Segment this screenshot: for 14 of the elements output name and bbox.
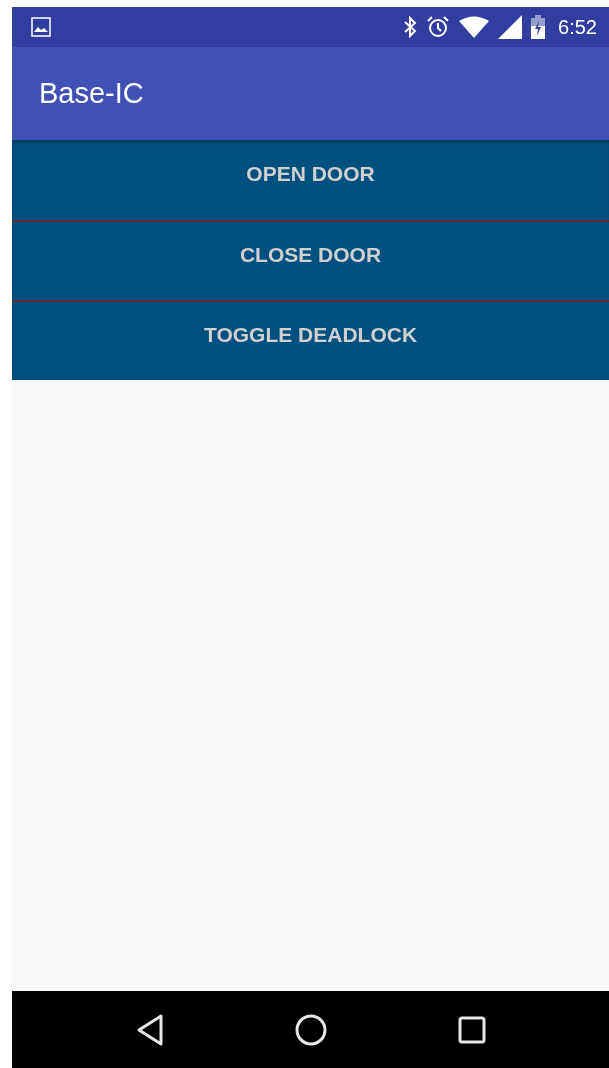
clock-time: 6:52: [558, 15, 597, 39]
wifi-icon: [459, 16, 490, 38]
alarm-icon: [426, 15, 451, 39]
signal-icon: [498, 15, 523, 39]
battery-charging-icon: [531, 15, 546, 39]
app-title: Base-IC: [39, 77, 144, 110]
home-icon[interactable]: [294, 1013, 327, 1046]
image-icon: [31, 17, 51, 37]
door-action-button[interactable]: OPEN DOOR: [12, 140, 609, 220]
bluetooth-icon: [403, 16, 418, 38]
door-action-button[interactable]: TOGGLE DEADLOCK: [12, 300, 609, 380]
back-icon[interactable]: [135, 1013, 164, 1046]
recent-apps-icon[interactable]: [457, 1015, 486, 1044]
door-action-button[interactable]: CLOSE DOOR: [12, 220, 609, 300]
